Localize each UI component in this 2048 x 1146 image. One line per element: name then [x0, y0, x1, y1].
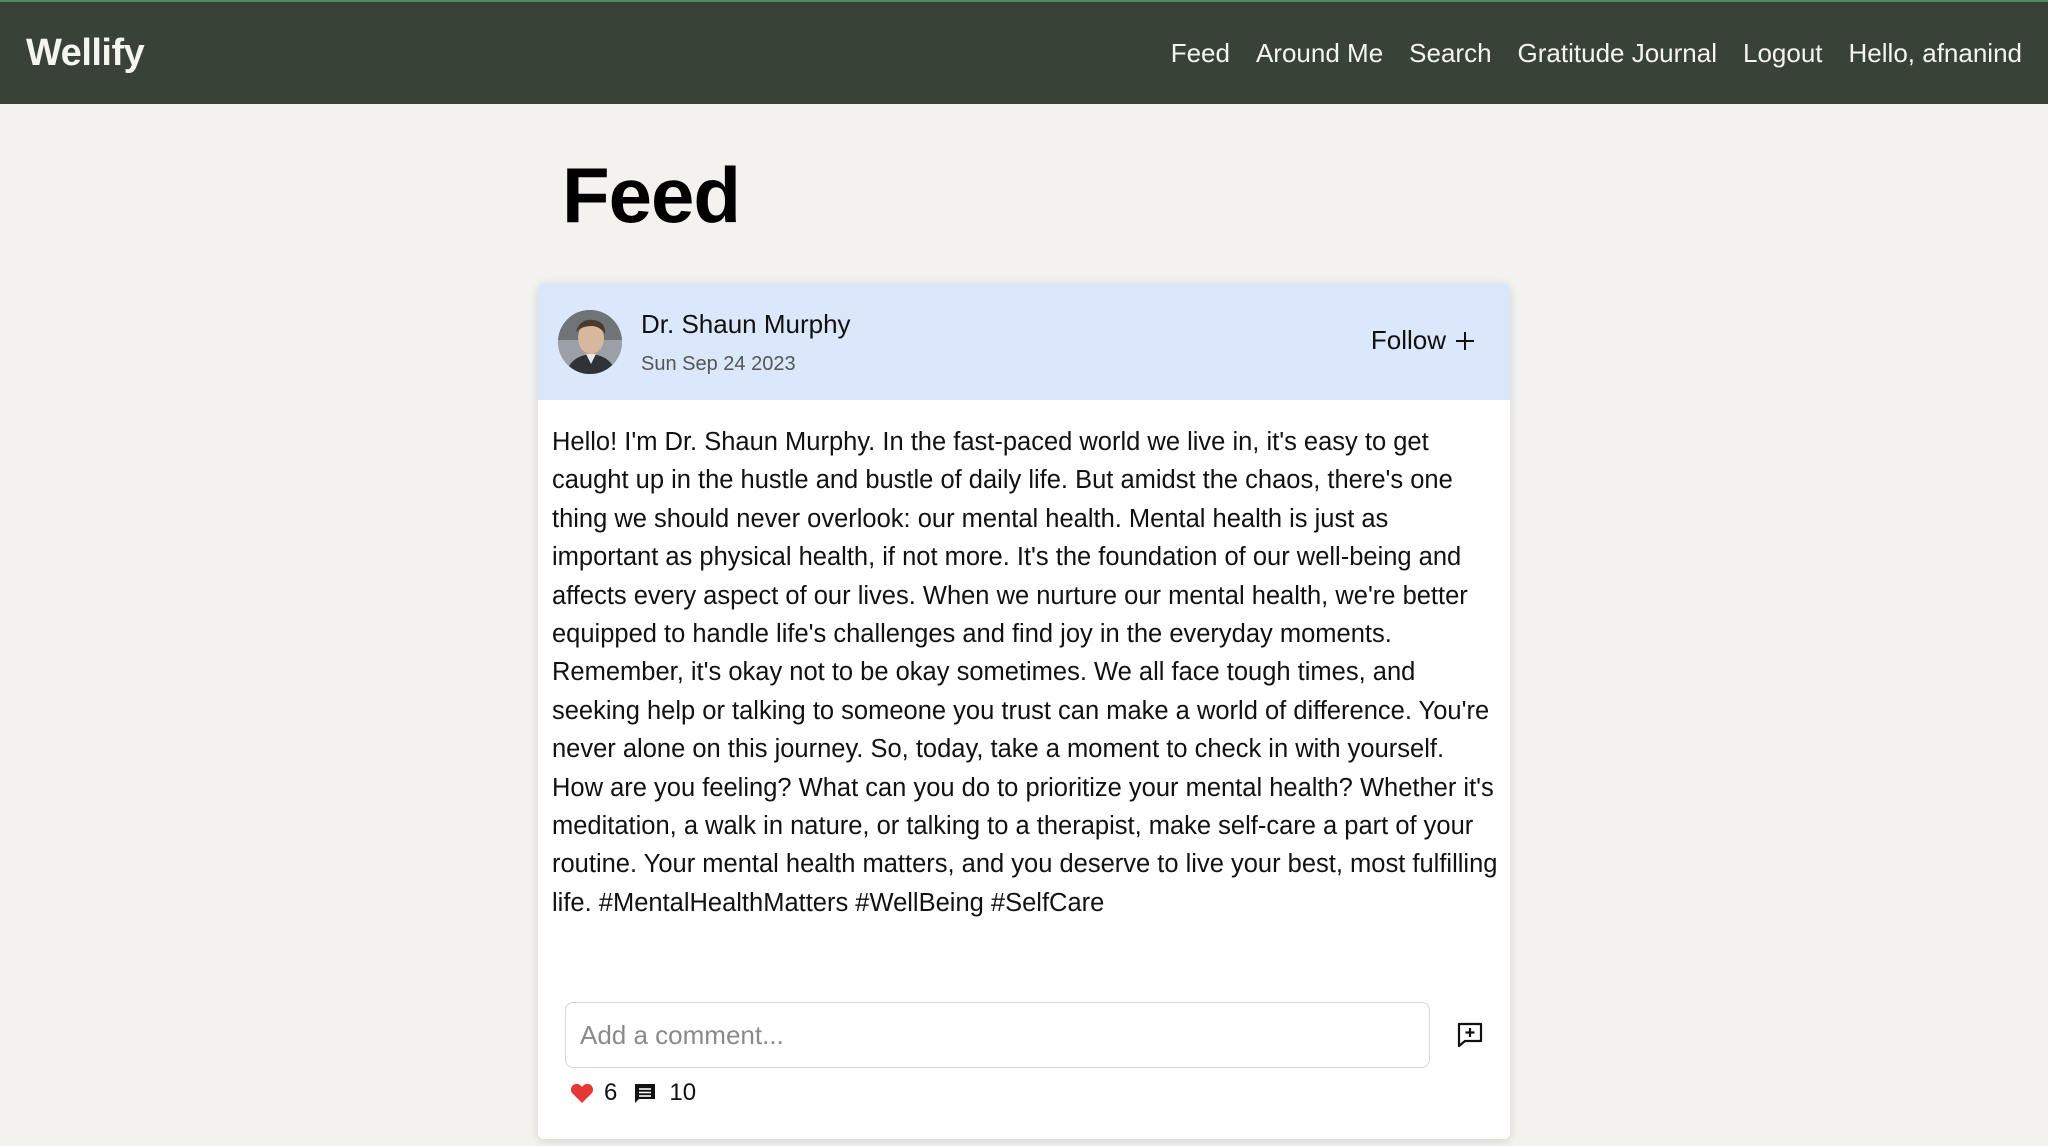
post-card: Dr. Shaun Murphy Sun Sep 24 2023 Follow …	[538, 283, 1510, 1139]
comment-input[interactable]	[565, 1002, 1430, 1068]
post-date: Sun Sep 24 2023	[641, 353, 796, 375]
post-header: Dr. Shaun Murphy Sun Sep 24 2023 Follow	[538, 283, 1510, 400]
follow-label: Follow	[1370, 325, 1446, 355]
brand-logo[interactable]: Wellify	[26, 32, 145, 75]
nav-links: Feed Around Me Search Gratitude Journal …	[1171, 38, 2022, 69]
post-body: Hello! I'm Dr. Shaun Murphy. In the fast…	[552, 428, 1498, 917]
comment-icon[interactable]	[633, 1081, 657, 1105]
navbar: Wellify Feed Around Me Search Gratitude …	[0, 0, 2048, 104]
comment-count: 10	[669, 1079, 697, 1106]
nav-link-search[interactable]: Search	[1409, 38, 1491, 69]
nav-link-feed[interactable]: Feed	[1171, 38, 1230, 69]
post-stats: 6 10	[570, 1079, 696, 1107]
nav-link-gratitude-journal[interactable]: Gratitude Journal	[1518, 38, 1717, 69]
follow-button[interactable]: Follow	[1371, 325, 1476, 356]
author-name[interactable]: Dr. Shaun Murphy	[641, 309, 851, 340]
add-comment-icon[interactable]	[1456, 1021, 1484, 1049]
plus-icon	[1456, 331, 1474, 350]
avatar[interactable]	[558, 310, 622, 374]
like-count: 6	[604, 1079, 618, 1106]
heart-icon[interactable]	[570, 1082, 594, 1104]
avatar-image	[558, 310, 622, 374]
nav-link-logout[interactable]: Logout	[1743, 38, 1823, 69]
nav-link-around-me[interactable]: Around Me	[1256, 38, 1383, 69]
page-title: Feed	[562, 151, 741, 239]
user-greeting[interactable]: Hello, afnanind	[1849, 38, 2022, 69]
